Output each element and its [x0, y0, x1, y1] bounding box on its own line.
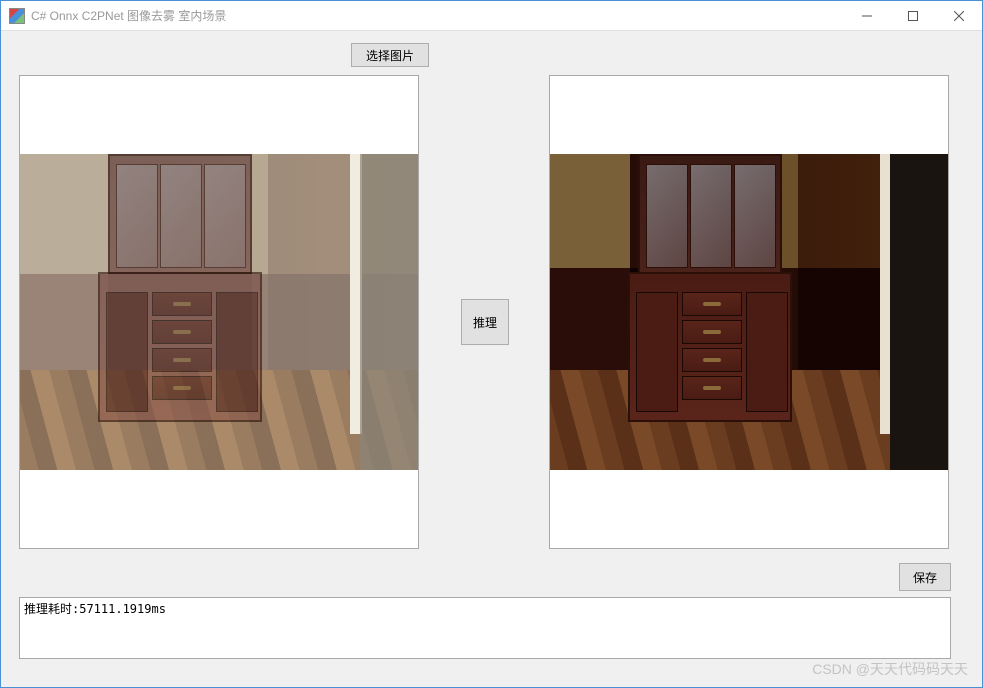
glass-pane: [734, 164, 776, 268]
glass-pane: [204, 164, 246, 268]
glass-pane: [690, 164, 732, 268]
input-image-panel: [19, 75, 419, 549]
wall-right-clear: [890, 154, 949, 470]
app-window: C# Onnx C2PNet 图像去雾 室内场景 选择图片: [0, 0, 983, 688]
glass-pane: [646, 164, 688, 268]
cabinet-drawer: [152, 292, 212, 316]
cabinet-drawer: [682, 348, 742, 372]
input-image: [20, 154, 419, 470]
glass-pane: [160, 164, 202, 268]
client-area: 选择图片 推理: [1, 31, 982, 687]
window-title: C# Onnx C2PNet 图像去雾 室内场景: [31, 7, 844, 24]
infer-button[interactable]: 推理: [461, 299, 509, 345]
cabinet-drawer: [682, 376, 742, 400]
output-image: [550, 154, 949, 470]
app-icon: [9, 8, 25, 24]
select-image-button[interactable]: 选择图片: [351, 43, 429, 67]
window-controls: [844, 1, 982, 30]
glass-pane: [116, 164, 158, 268]
cabinet-drawer: [682, 292, 742, 316]
wall-right-hazy: [360, 154, 419, 470]
cabinet-body-clear: [628, 272, 792, 422]
cabinet-door: [216, 292, 258, 412]
output-image-panel: [549, 75, 949, 549]
log-textbox[interactable]: 推理耗时:57111.1919ms: [19, 597, 951, 659]
cabinet-drawer: [682, 320, 742, 344]
cabinet-drawer: [152, 348, 212, 372]
cabinet-top-clear: [638, 154, 782, 274]
save-button[interactable]: 保存: [899, 563, 951, 591]
cabinet-drawer: [152, 320, 212, 344]
close-button[interactable]: [936, 1, 982, 31]
log-text: 推理耗时:57111.1919ms: [24, 602, 166, 616]
maximize-button[interactable]: [890, 1, 936, 31]
cabinet-door: [106, 292, 148, 412]
cabinet-drawer: [152, 376, 212, 400]
cabinet-body-hazy: [98, 272, 262, 422]
cabinet-door: [746, 292, 788, 412]
watermark: CSDN @天天代码码天天: [812, 659, 968, 679]
titlebar[interactable]: C# Onnx C2PNet 图像去雾 室内场景: [1, 1, 982, 31]
cabinet-top-hazy: [108, 154, 252, 274]
minimize-button[interactable]: [844, 1, 890, 31]
cabinet-door: [636, 292, 678, 412]
